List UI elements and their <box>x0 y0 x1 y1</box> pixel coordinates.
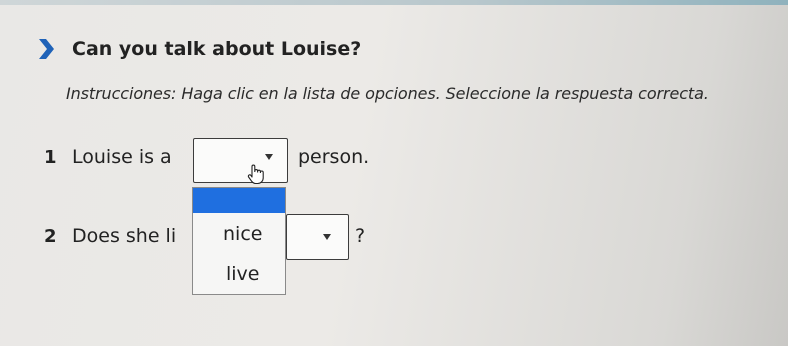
chevron-right-icon <box>39 39 54 59</box>
section-title: Can you talk about Louise? <box>72 38 362 60</box>
dropdown-caret-icon <box>323 234 331 240</box>
option-live[interactable]: live <box>193 256 285 294</box>
answer-options-list: nice live <box>192 187 286 295</box>
section-header: Can you talk about Louise? <box>32 36 361 62</box>
dropdown-caret-icon <box>265 154 273 160</box>
option-nice[interactable]: nice <box>193 216 285 254</box>
instructions-text: Instrucciones: Haga clic en la lista de … <box>66 84 709 103</box>
question-2-suffix: ? <box>355 225 366 247</box>
option-label: live <box>226 263 260 285</box>
hand-pointer-icon <box>247 164 264 185</box>
question-2-prefix: Does she li <box>72 225 177 247</box>
question-1-prefix: Louise is a <box>72 146 172 168</box>
option-blank[interactable] <box>193 188 285 213</box>
question-1-suffix: person. <box>298 146 370 168</box>
option-label: nice <box>223 223 263 245</box>
answer-select-1[interactable] <box>193 138 288 185</box>
answer-select-2[interactable] <box>286 214 349 260</box>
question-number-1: 1 <box>44 147 57 168</box>
top-border-strip <box>0 0 788 5</box>
question-number-2: 2 <box>44 226 57 247</box>
